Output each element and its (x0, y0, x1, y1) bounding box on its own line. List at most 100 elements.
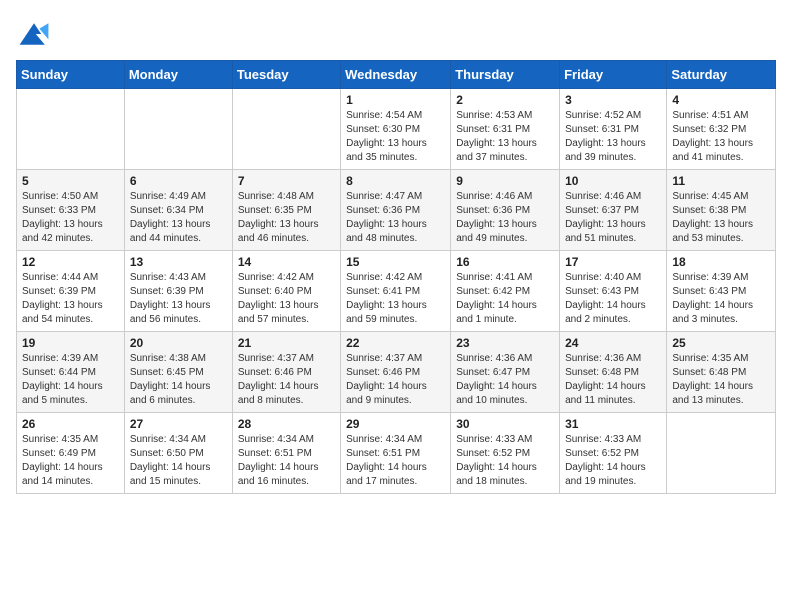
day-info: Sunrise: 4:50 AM Sunset: 6:33 PM Dayligh… (22, 190, 119, 246)
day-info: Sunrise: 4:38 AM Sunset: 6:45 PM Dayligh… (130, 352, 227, 408)
day-header-wednesday: Wednesday (341, 61, 451, 89)
days-of-week-row: SundayMondayTuesdayWednesdayThursdayFrid… (17, 61, 776, 89)
day-number: 13 (130, 255, 227, 269)
calendar-cell: 11 Sunrise: 4:45 AM Sunset: 6:38 PM Dayli… (667, 170, 776, 251)
day-info: Sunrise: 4:34 AM Sunset: 6:51 PM Dayligh… (346, 433, 445, 489)
calendar-cell: 20 Sunrise: 4:38 AM Sunset: 6:45 PM Dayli… (124, 332, 232, 413)
calendar-cell: 14Sunrise: 4:42 AM Sunset: 6:40 PM Dayli… (232, 251, 340, 332)
day-number: 15 (346, 255, 445, 269)
day-number: 16 (456, 255, 554, 269)
day-number: 8 (346, 174, 445, 188)
page-header (16, 16, 776, 52)
day-number: 6 (130, 174, 227, 188)
logo (16, 16, 56, 52)
day-number: 24 (565, 336, 661, 350)
calendar-table: SundayMondayTuesdayWednesdayThursdayFrid… (16, 60, 776, 494)
week-row-2: 5 Sunrise: 4:50 AM Sunset: 6:33 PM Daylig… (17, 170, 776, 251)
calendar-cell: 16 Sunrise: 4:41 AM Sunset: 6:42 PM Dayli… (451, 251, 560, 332)
day-info: Sunrise: 4:39 AM Sunset: 6:43 PM Dayligh… (672, 271, 770, 327)
calendar-cell: 8 Sunrise: 4:47 AM Sunset: 6:36 PM Daylig… (341, 170, 451, 251)
day-number: 2 (456, 93, 554, 107)
week-row-5: 26 Sunrise: 4:35 AM Sunset: 6:49 PM Dayli… (17, 413, 776, 494)
calendar-cell: 5 Sunrise: 4:50 AM Sunset: 6:33 PM Daylig… (17, 170, 125, 251)
calendar-cell: 25Sunrise: 4:35 AM Sunset: 6:48 PM Dayli… (667, 332, 776, 413)
calendar-cell: 10Sunrise: 4:46 AM Sunset: 6:37 PM Dayli… (560, 170, 667, 251)
calendar-cell: 9 Sunrise: 4:46 AM Sunset: 6:36 PM Daylig… (451, 170, 560, 251)
calendar-cell: 12Sunrise: 4:44 AM Sunset: 6:39 PM Dayli… (17, 251, 125, 332)
day-info: Sunrise: 4:42 AM Sunset: 6:40 PM Dayligh… (238, 271, 335, 327)
calendar-cell: 24 Sunrise: 4:36 AM Sunset: 6:48 PM Dayli… (560, 332, 667, 413)
day-number: 19 (22, 336, 119, 350)
day-number: 28 (238, 417, 335, 431)
day-number: 27 (130, 417, 227, 431)
day-info: Sunrise: 4:36 AM Sunset: 6:48 PM Dayligh… (565, 352, 661, 408)
calendar-cell: 17Sunrise: 4:40 AM Sunset: 6:43 PM Dayli… (560, 251, 667, 332)
day-info: Sunrise: 4:41 AM Sunset: 6:42 PM Dayligh… (456, 271, 554, 327)
calendar-cell (232, 89, 340, 170)
calendar-cell: 19 Sunrise: 4:39 AM Sunset: 6:44 PM Dayli… (17, 332, 125, 413)
calendar-cell (17, 89, 125, 170)
day-info: Sunrise: 4:53 AM Sunset: 6:31 PM Dayligh… (456, 109, 554, 165)
day-info: Sunrise: 4:39 AM Sunset: 6:44 PM Dayligh… (22, 352, 119, 408)
day-info: Sunrise: 4:54 AM Sunset: 6:30 PM Dayligh… (346, 109, 445, 165)
day-number: 30 (456, 417, 554, 431)
day-info: Sunrise: 4:35 AM Sunset: 6:48 PM Dayligh… (672, 352, 770, 408)
day-number: 17 (565, 255, 661, 269)
day-info: Sunrise: 4:46 AM Sunset: 6:37 PM Dayligh… (565, 190, 661, 246)
day-info: Sunrise: 4:37 AM Sunset: 6:46 PM Dayligh… (238, 352, 335, 408)
day-number: 22 (346, 336, 445, 350)
day-number: 7 (238, 174, 335, 188)
day-info: Sunrise: 4:47 AM Sunset: 6:36 PM Dayligh… (346, 190, 445, 246)
day-info: Sunrise: 4:34 AM Sunset: 6:51 PM Dayligh… (238, 433, 335, 489)
calendar-cell: 18 Sunrise: 4:39 AM Sunset: 6:43 PM Dayli… (667, 251, 776, 332)
day-info: Sunrise: 4:44 AM Sunset: 6:39 PM Dayligh… (22, 271, 119, 327)
calendar-cell: 27 Sunrise: 4:34 AM Sunset: 6:50 PM Dayli… (124, 413, 232, 494)
day-info: Sunrise: 4:51 AM Sunset: 6:32 PM Dayligh… (672, 109, 770, 165)
week-row-4: 19 Sunrise: 4:39 AM Sunset: 6:44 PM Dayli… (17, 332, 776, 413)
week-row-1: 1 Sunrise: 4:54 AM Sunset: 6:30 PM Daylig… (17, 89, 776, 170)
day-number: 4 (672, 93, 770, 107)
day-info: Sunrise: 4:52 AM Sunset: 6:31 PM Dayligh… (565, 109, 661, 165)
calendar-cell: 28 Sunrise: 4:34 AM Sunset: 6:51 PM Dayli… (232, 413, 340, 494)
calendar-cell: 26 Sunrise: 4:35 AM Sunset: 6:49 PM Dayli… (17, 413, 125, 494)
day-info: Sunrise: 4:35 AM Sunset: 6:49 PM Dayligh… (22, 433, 119, 489)
calendar-cell (667, 413, 776, 494)
calendar-cell: 21 Sunrise: 4:37 AM Sunset: 6:46 PM Dayli… (232, 332, 340, 413)
day-info: Sunrise: 4:49 AM Sunset: 6:34 PM Dayligh… (130, 190, 227, 246)
day-header-monday: Monday (124, 61, 232, 89)
day-number: 29 (346, 417, 445, 431)
calendar-cell: 30 Sunrise: 4:33 AM Sunset: 6:52 PM Dayli… (451, 413, 560, 494)
day-number: 31 (565, 417, 661, 431)
day-number: 1 (346, 93, 445, 107)
day-number: 21 (238, 336, 335, 350)
day-number: 23 (456, 336, 554, 350)
calendar-cell: 31 Sunrise: 4:33 AM Sunset: 6:52 PM Dayli… (560, 413, 667, 494)
day-info: Sunrise: 4:33 AM Sunset: 6:52 PM Dayligh… (565, 433, 661, 489)
day-number: 20 (130, 336, 227, 350)
logo-icon (16, 16, 52, 52)
day-info: Sunrise: 4:46 AM Sunset: 6:36 PM Dayligh… (456, 190, 554, 246)
day-info: Sunrise: 4:45 AM Sunset: 6:38 PM Dayligh… (672, 190, 770, 246)
calendar-cell: 3 Sunrise: 4:52 AM Sunset: 6:31 PM Daylig… (560, 89, 667, 170)
calendar-cell: 23Sunrise: 4:36 AM Sunset: 6:47 PM Dayli… (451, 332, 560, 413)
calendar-cell: 1 Sunrise: 4:54 AM Sunset: 6:30 PM Daylig… (341, 89, 451, 170)
week-row-3: 12Sunrise: 4:44 AM Sunset: 6:39 PM Dayli… (17, 251, 776, 332)
calendar-cell: 22 Sunrise: 4:37 AM Sunset: 6:46 PM Dayli… (341, 332, 451, 413)
day-header-friday: Friday (560, 61, 667, 89)
day-header-sunday: Sunday (17, 61, 125, 89)
calendar-cell: 2 Sunrise: 4:53 AM Sunset: 6:31 PM Daylig… (451, 89, 560, 170)
day-number: 5 (22, 174, 119, 188)
day-info: Sunrise: 4:34 AM Sunset: 6:50 PM Dayligh… (130, 433, 227, 489)
calendar-cell: 13Sunrise: 4:43 AM Sunset: 6:39 PM Dayli… (124, 251, 232, 332)
day-number: 26 (22, 417, 119, 431)
day-info: Sunrise: 4:37 AM Sunset: 6:46 PM Dayligh… (346, 352, 445, 408)
day-number: 11 (672, 174, 770, 188)
calendar-cell: 29 Sunrise: 4:34 AM Sunset: 6:51 PM Dayli… (341, 413, 451, 494)
calendar-body: 1 Sunrise: 4:54 AM Sunset: 6:30 PM Daylig… (17, 89, 776, 494)
day-number: 18 (672, 255, 770, 269)
day-info: Sunrise: 4:33 AM Sunset: 6:52 PM Dayligh… (456, 433, 554, 489)
day-number: 3 (565, 93, 661, 107)
day-number: 9 (456, 174, 554, 188)
day-header-thursday: Thursday (451, 61, 560, 89)
calendar-cell: 7Sunrise: 4:48 AM Sunset: 6:35 PM Daylig… (232, 170, 340, 251)
